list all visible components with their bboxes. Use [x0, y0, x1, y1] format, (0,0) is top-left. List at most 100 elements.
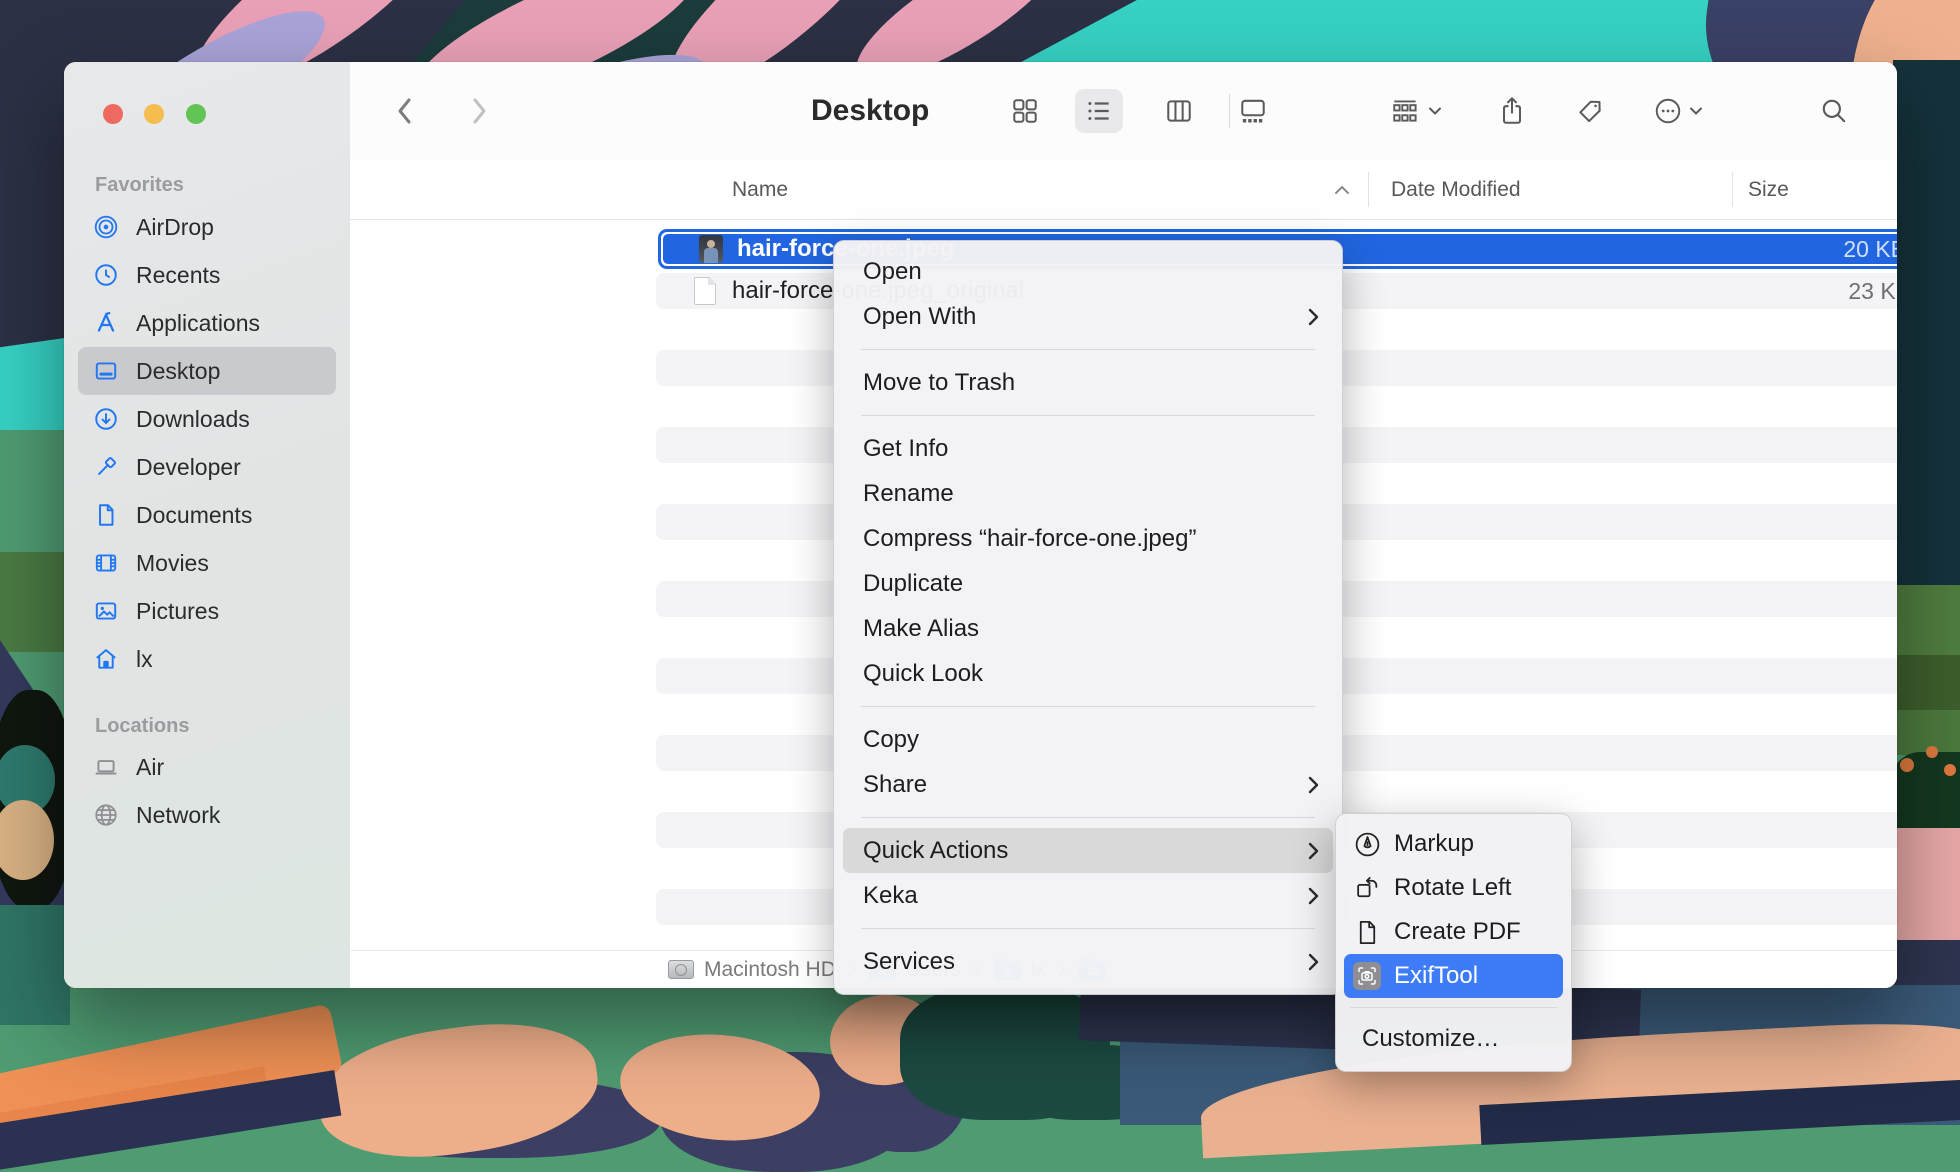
menu-item-open[interactable]: Open: [843, 249, 1333, 294]
more-actions-button[interactable]: [1642, 89, 1714, 133]
menu-item-label: Services: [863, 948, 955, 976]
sidebar-item-desktop[interactable]: Desktop: [78, 347, 336, 395]
film-icon: [92, 549, 120, 577]
chevron-right-icon: [1308, 308, 1319, 326]
menu-item-compress[interactable]: Compress “hair-force-one.jpeg”: [843, 516, 1333, 561]
column-header-name[interactable]: Name: [732, 160, 788, 219]
menu-item-quick-actions[interactable]: Quick Actions: [843, 828, 1333, 873]
sidebar-item-label: Documents: [136, 502, 252, 529]
sidebar-item-pictures[interactable]: Pictures: [78, 587, 336, 635]
sidebar-item-applications[interactable]: Applications: [78, 299, 336, 347]
wallpaper-shape: [1893, 655, 1960, 710]
menu-item-keka[interactable]: Keka: [843, 873, 1333, 918]
sidebar-item-recents[interactable]: Recents: [78, 251, 336, 299]
file-size: 23 KB: [1848, 278, 1897, 305]
sidebar-item-label: Network: [136, 802, 220, 829]
submenu-item-customize[interactable]: Customize…: [1344, 1017, 1563, 1061]
sidebar-item-label: Pictures: [136, 598, 219, 625]
back-button[interactable]: [385, 90, 425, 132]
wallpaper-shape: [1893, 585, 1960, 655]
list-view-button[interactable]: [1075, 89, 1123, 133]
menu-separator: [861, 928, 1315, 929]
downloads-icon: [92, 405, 120, 433]
sidebar-item-network[interactable]: Network: [78, 791, 336, 839]
sidebar-item-developer[interactable]: Developer: [78, 443, 336, 491]
menu-item-label: Compress “hair-force-one.jpeg”: [863, 525, 1196, 553]
submenu-separator: [1350, 1007, 1557, 1008]
wallpaper-shape: [1893, 828, 1960, 948]
submenu-item-markup[interactable]: Markup: [1344, 822, 1563, 866]
zoom-button[interactable]: [186, 104, 206, 124]
toolbar: Desktop: [350, 62, 1897, 161]
menu-item-label: Open With: [863, 303, 976, 331]
menu-item-label: Keka: [863, 882, 918, 910]
sidebar-item-home[interactable]: lx: [78, 635, 336, 683]
submenu-item-exiftool[interactable]: ExifTool: [1344, 954, 1563, 998]
menu-item-get-info[interactable]: Get Info: [843, 426, 1333, 471]
search-icon: [1819, 96, 1849, 126]
hard-drive-icon: [668, 960, 694, 979]
sidebar-item-label: Desktop: [136, 358, 220, 385]
photo-icon: [92, 597, 120, 625]
menu-item-label: Make Alias: [863, 615, 979, 643]
search-button[interactable]: [1810, 89, 1858, 133]
sidebar-item-airdrop[interactable]: AirDrop: [78, 203, 336, 251]
icon-view-icon: [1010, 96, 1040, 126]
rotate-left-icon: [1352, 873, 1382, 903]
chevron-down-icon: [1689, 106, 1703, 116]
hammer-icon: [92, 453, 120, 481]
column-divider[interactable]: [1368, 172, 1369, 207]
submenu-item-label: Markup: [1394, 830, 1474, 858]
chevron-right-icon: [1308, 776, 1319, 794]
window-title: Desktop: [811, 62, 929, 160]
minimize-button[interactable]: [144, 104, 164, 124]
menu-item-copy[interactable]: Copy: [843, 717, 1333, 762]
menu-separator: [861, 706, 1315, 707]
wallpaper-shape: [1944, 764, 1956, 776]
menu-separator: [861, 349, 1315, 350]
share-button[interactable]: [1488, 89, 1536, 133]
sidebar-item-air[interactable]: Air: [78, 743, 336, 791]
exiftool-icon: [1352, 961, 1382, 991]
column-view-button[interactable]: [1155, 89, 1203, 133]
path-item-macintosh-hd[interactable]: Macintosh HD: [668, 958, 836, 982]
menu-item-quick-look[interactable]: Quick Look: [843, 651, 1333, 696]
menu-item-make-alias[interactable]: Make Alias: [843, 606, 1333, 651]
menu-item-share[interactable]: Share: [843, 762, 1333, 807]
sort-ascending-icon: [1334, 185, 1350, 195]
menu-item-rename[interactable]: Rename: [843, 471, 1333, 516]
sidebar-item-documents[interactable]: Documents: [78, 491, 336, 539]
chevron-left-icon: [394, 94, 416, 128]
column-header-date-modified[interactable]: Date Modified: [1391, 160, 1521, 219]
column-header-size[interactable]: Size: [1748, 160, 1789, 219]
submenu-item-label: Customize…: [1362, 1025, 1499, 1053]
menu-item-open-with[interactable]: Open With: [843, 294, 1333, 339]
close-button[interactable]: [103, 104, 123, 124]
icon-view-button[interactable]: [1001, 89, 1049, 133]
submenu-item-create-pdf[interactable]: Create PDF: [1344, 910, 1563, 954]
sidebar-section-locations: Locations: [95, 715, 189, 738]
sidebar-item-label: Movies: [136, 550, 209, 577]
menu-item-duplicate[interactable]: Duplicate: [843, 561, 1333, 606]
group-by-button[interactable]: [1380, 89, 1452, 133]
submenu-item-rotate-left[interactable]: Rotate Left: [1344, 866, 1563, 910]
menu-item-move-to-trash[interactable]: Move to Trash: [843, 360, 1333, 405]
sidebar-item-movies[interactable]: Movies: [78, 539, 336, 587]
sidebar-section-favorites: Favorites: [95, 174, 184, 197]
menu-item-label: Open: [863, 258, 922, 286]
chevron-down-icon: [1428, 106, 1442, 116]
sidebar-item-downloads[interactable]: Downloads: [78, 395, 336, 443]
wallpaper-shape: [0, 905, 70, 1025]
menu-item-label: Move to Trash: [863, 369, 1015, 397]
submenu-item-label: Create PDF: [1394, 918, 1521, 946]
forward-button[interactable]: [459, 90, 499, 132]
globe-icon: [92, 801, 120, 829]
column-divider[interactable]: [1732, 172, 1733, 207]
menu-item-services[interactable]: Services: [843, 939, 1333, 984]
quick-actions-submenu: Markup Rotate Left Create PDF ExifTool C…: [1335, 813, 1572, 1072]
gallery-view-button[interactable]: [1229, 89, 1277, 133]
column-header-row: Name Date Modified Size Kind: [350, 160, 1897, 220]
tags-button[interactable]: [1566, 89, 1614, 133]
airdrop-icon: [92, 213, 120, 241]
wallpaper-shape: [0, 552, 70, 652]
